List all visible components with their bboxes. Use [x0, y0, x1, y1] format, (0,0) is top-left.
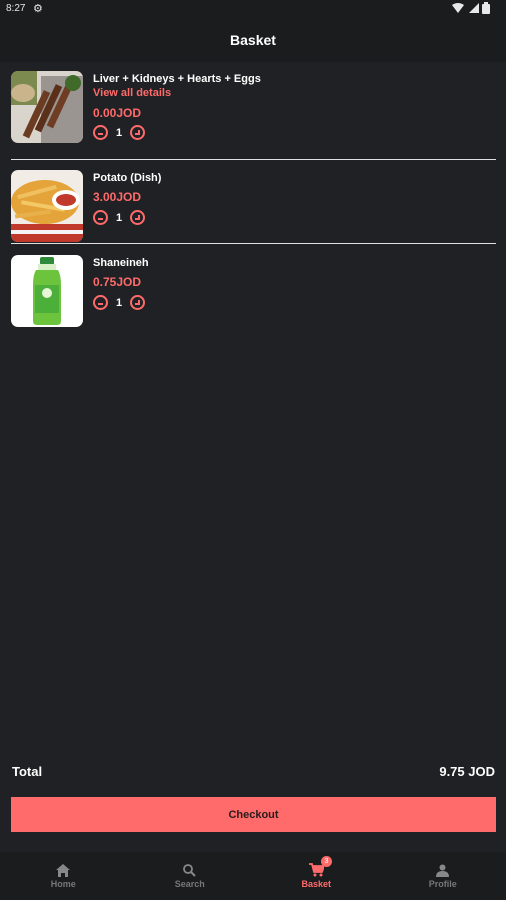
checkout-button[interactable]: Checkout — [11, 797, 496, 832]
total-label: Total — [12, 764, 43, 779]
profile-icon — [436, 864, 450, 877]
quantity-stepper: 1 — [93, 210, 145, 225]
quantity-value: 1 — [115, 126, 123, 139]
status-icons — [452, 2, 490, 14]
item-image — [11, 170, 83, 242]
decrease-quantity-button[interactable] — [93, 125, 108, 140]
increase-quantity-button[interactable] — [130, 295, 145, 310]
item-divider — [11, 243, 496, 244]
home-icon — [56, 863, 71, 877]
basket-item[interactable]: Liver + Kidneys + Hearts + Eggs View all… — [11, 71, 496, 143]
item-name: Liver + Kidneys + Hearts + Eggs — [93, 73, 261, 85]
cart-count-badge: 3 — [321, 856, 332, 867]
item-name: Shaneineh — [93, 257, 149, 269]
item-price: 0.00JOD — [93, 106, 142, 120]
nav-label: Home — [50, 878, 76, 889]
battery-icon — [482, 2, 490, 14]
view-details-link[interactable]: View all details — [93, 87, 171, 99]
status-time: 8:27 — [6, 3, 26, 14]
item-price: 0.75JOD — [93, 275, 142, 289]
basket-item[interactable]: Potato (Dish) 3.00JOD 1 — [11, 170, 496, 242]
gear-icon: ⚙ — [33, 3, 43, 15]
increase-quantity-button[interactable] — [130, 125, 145, 140]
quantity-value: 1 — [115, 211, 123, 224]
nav-label: Search — [174, 878, 205, 889]
status-bar: 8:27 ⚙ — [0, 0, 506, 18]
page-title: Basket — [230, 32, 276, 48]
quantity-value: 1 — [115, 296, 123, 309]
increase-quantity-button[interactable] — [130, 210, 145, 225]
nav-item-home[interactable]: Home — [0, 852, 127, 900]
app-header: Basket — [0, 18, 506, 62]
total-value: 9.75 JOD — [439, 764, 495, 779]
decrease-quantity-button[interactable] — [93, 295, 108, 310]
nav-label: Profile — [428, 878, 457, 889]
decrease-quantity-button[interactable] — [93, 210, 108, 225]
item-image — [11, 71, 83, 143]
basket-item[interactable]: Shaneineh 0.75JOD 1 — [11, 255, 496, 327]
item-divider — [11, 159, 496, 160]
search-icon — [183, 863, 196, 877]
nav-item-profile[interactable]: Profile — [380, 852, 506, 900]
item-image — [11, 255, 83, 327]
item-price: 3.00JOD — [93, 190, 142, 204]
wifi-icon — [452, 3, 464, 13]
checkout-label: Checkout — [228, 808, 279, 821]
nav-label: Basket — [301, 879, 332, 889]
quantity-stepper: 1 — [93, 295, 145, 310]
item-name: Potato (Dish) — [93, 172, 162, 184]
nav-item-basket[interactable]: 3 Basket — [253, 852, 380, 900]
quantity-stepper: 1 — [93, 125, 145, 140]
bottom-nav: Home Search 3 Basket Profile — [0, 852, 506, 900]
signal-icon — [469, 3, 479, 13]
nav-item-search[interactable]: Search — [127, 852, 254, 900]
